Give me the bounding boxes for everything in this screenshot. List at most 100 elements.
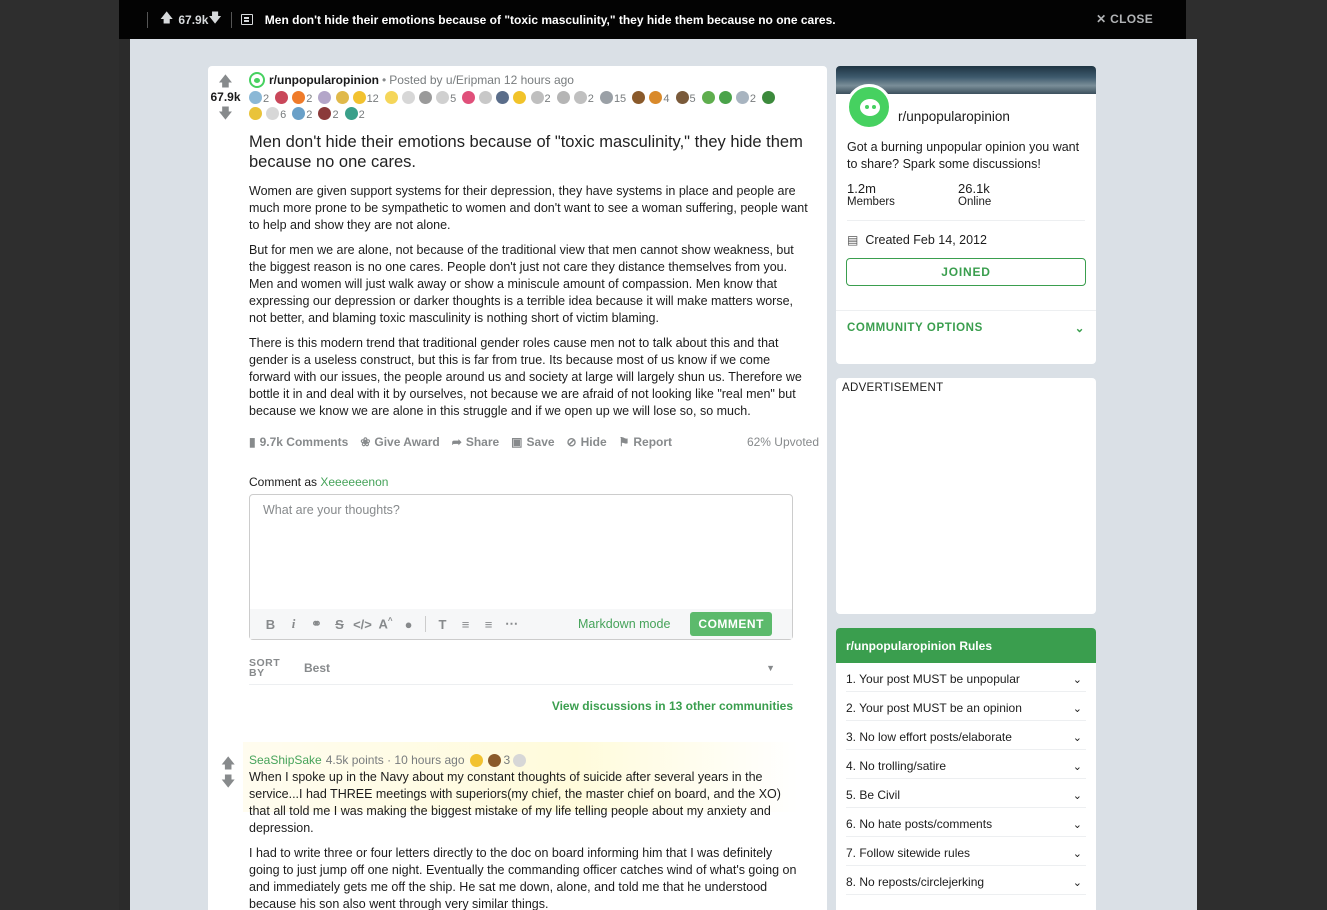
comment-submit-button[interactable]: COMMENT xyxy=(690,612,772,636)
members-count: 1.2m xyxy=(847,181,876,196)
numbered-list-icon[interactable]: ≡ xyxy=(477,617,500,632)
award-icon xyxy=(335,91,349,104)
rules-list: 1. Your post MUST be unpopular ⌄ 2. Your … xyxy=(836,663,1096,895)
code-icon[interactable]: </> xyxy=(351,617,374,632)
community-name[interactable]: r/unpopularopinion xyxy=(898,109,1010,124)
rule-item[interactable]: 3. No low effort posts/elaborate ⌄ xyxy=(846,721,1086,750)
sort-label: SORT BY xyxy=(249,657,281,679)
chevron-down-icon: ⌄ xyxy=(1072,876,1082,889)
bold-icon[interactable]: B xyxy=(259,617,282,632)
rule-item[interactable]: 1. Your post MUST be unpopular ⌄ xyxy=(846,663,1086,692)
rule-item[interactable]: 7. Follow sitewide rules ⌄ xyxy=(846,837,1086,866)
created-date: ▤ Created Feb 14, 2012 xyxy=(836,221,1096,247)
rule-item[interactable]: 4. No trolling/satire ⌄ xyxy=(846,750,1086,779)
rule-item[interactable]: 5. Be Civil ⌄ xyxy=(846,779,1086,808)
post-title[interactable]: Men don't hide their emotions because of… xyxy=(249,132,819,172)
post-paragraph: Women are given support systems for thei… xyxy=(249,184,808,232)
rule-item[interactable]: 2. Your post MUST be an opinion ⌄ xyxy=(846,692,1086,721)
close-label: CLOSE xyxy=(1110,12,1153,26)
vote-column: 🡅 67.9k 🡇 xyxy=(208,74,243,120)
joined-button[interactable]: JOINED xyxy=(846,258,1086,286)
upvote-arrow-icon[interactable]: 🡅 xyxy=(160,9,173,31)
hide-icon: ⊘ xyxy=(566,435,577,449)
bookmark-icon: ▣ xyxy=(511,435,523,449)
sort-dropdown[interactable]: SORT BY Best ▼ xyxy=(249,658,793,685)
caret-down-icon: ▼ xyxy=(766,663,775,673)
award-icon xyxy=(701,91,715,104)
downvote-arrow-icon[interactable]: 🡇 xyxy=(208,9,221,31)
award-icon xyxy=(344,107,358,120)
sort-value: Best xyxy=(304,661,331,675)
composer-toolbar: B i ⚭ S </> A^ ● T ≡ ≡ ⋯ Markdown mode C… xyxy=(250,609,792,639)
spoiler-icon[interactable]: ● xyxy=(397,617,420,632)
comment-icon: ▮ xyxy=(249,435,256,449)
share-icon: ➦ xyxy=(451,435,462,449)
award-icon xyxy=(496,91,510,104)
comment-body: SeaShipSake 4.5k points · 10 hours ago 3… xyxy=(249,753,797,910)
left-backdrop xyxy=(0,0,119,910)
close-button[interactable]: ✕ CLOSE xyxy=(1096,12,1153,26)
give-award-button[interactable]: ❀ Give Award xyxy=(360,435,439,449)
upvote-arrow-icon[interactable]: 🡅 xyxy=(208,74,243,88)
awards-row[interactable]: 2 2 12 5 2 2 15 4 5 2 6 2 2 2 xyxy=(249,91,817,123)
comment-input[interactable] xyxy=(250,495,792,610)
right-backdrop xyxy=(1186,0,1327,910)
rules-title: r/unpopularopinion Rules xyxy=(836,628,1096,663)
chevron-down-icon: ⌄ xyxy=(1072,673,1082,686)
toolbar-divider xyxy=(425,616,426,632)
link-icon[interactable]: ⚭ xyxy=(305,616,328,632)
award-icon xyxy=(249,107,262,120)
award-icon xyxy=(735,91,749,104)
rules-card: r/unpopularopinion Rules 1. Your post MU… xyxy=(836,628,1096,910)
comment-author[interactable]: SeaShipSake xyxy=(249,753,322,767)
post-actions: ▮ 9.7k Comments ❀ Give Award ➦ Share ▣ Save … xyxy=(249,434,819,450)
rule-item[interactable]: 8. No reposts/circlejerking ⌄ xyxy=(846,866,1086,895)
heading-icon[interactable]: T xyxy=(431,617,454,632)
subreddit-link[interactable]: r/unpopularopinion xyxy=(269,73,379,87)
upvote-ratio: 62% Upvoted xyxy=(746,435,819,449)
rule-item[interactable]: 6. No hate posts/comments ⌄ xyxy=(846,808,1086,837)
italic-icon[interactable]: i xyxy=(282,616,305,632)
more-options-icon[interactable]: ⋯ xyxy=(500,616,523,632)
chevron-down-icon: ⌄ xyxy=(1072,760,1082,773)
chevron-down-icon: ⌄ xyxy=(1072,789,1082,802)
posted-by[interactable]: Posted by u/Eripman 12 hours ago xyxy=(389,73,574,87)
chevron-down-icon: ⌄ xyxy=(1072,847,1082,860)
view-other-discussions-link[interactable]: View discussions in 13 other communities xyxy=(249,699,793,713)
subreddit-icon[interactable] xyxy=(846,84,892,130)
award-icon xyxy=(401,91,415,104)
post-top-bar: 🡅 67.9k 🡇 Men don't hide their emotions … xyxy=(119,0,1186,39)
community-header: r/unpopularopinion xyxy=(836,74,1096,130)
chevron-down-icon: ⌄ xyxy=(1072,731,1082,744)
community-card: r/unpopularopinion Got a burning unpopul… xyxy=(836,66,1096,364)
separator-dot: • xyxy=(381,73,387,87)
comments-button[interactable]: ▮ 9.7k Comments xyxy=(249,435,348,449)
award-icon xyxy=(462,91,476,104)
award-icon xyxy=(469,753,483,767)
post-paragraph: There is this modern trend that traditio… xyxy=(249,336,802,418)
hide-button[interactable]: ⊘ Hide xyxy=(567,435,607,449)
chevron-down-icon: ⌄ xyxy=(1074,323,1085,335)
share-button[interactable]: ➦ Share xyxy=(452,435,499,449)
downvote-arrow-icon[interactable]: 🡇 xyxy=(221,774,235,788)
comment-as-username[interactable]: Xeeeeeenon xyxy=(320,475,388,489)
advertisement-label: ADVERTISEMENT xyxy=(842,382,944,394)
award-icon xyxy=(318,107,332,120)
award-icon xyxy=(266,107,280,120)
comment-paragraph: When I spoke up in the Navy about my con… xyxy=(249,770,781,835)
strikethrough-icon[interactable]: S xyxy=(328,617,351,632)
bulleted-list-icon[interactable]: ≡ xyxy=(454,617,477,632)
report-button[interactable]: ⚑ Report xyxy=(619,435,672,449)
award-icon xyxy=(599,91,613,104)
topbar-title: Men don't hide their emotions because of… xyxy=(264,12,836,27)
community-options-toggle[interactable]: COMMUNITY OPTIONS ⌄ xyxy=(836,310,1096,335)
markdown-mode-button[interactable]: Markdown mode xyxy=(578,617,670,631)
save-button[interactable]: ▣ Save xyxy=(511,435,554,449)
award-icon xyxy=(275,91,289,104)
superscript-icon[interactable]: A^ xyxy=(374,616,397,631)
comment-composer: B i ⚭ S </> A^ ● T ≡ ≡ ⋯ Markdown mode C… xyxy=(249,494,793,640)
downvote-arrow-icon[interactable]: 🡇 xyxy=(208,106,243,120)
upvote-arrow-icon[interactable]: 🡅 xyxy=(221,756,235,770)
award-icon xyxy=(556,91,570,104)
subreddit-icon[interactable] xyxy=(249,72,265,88)
